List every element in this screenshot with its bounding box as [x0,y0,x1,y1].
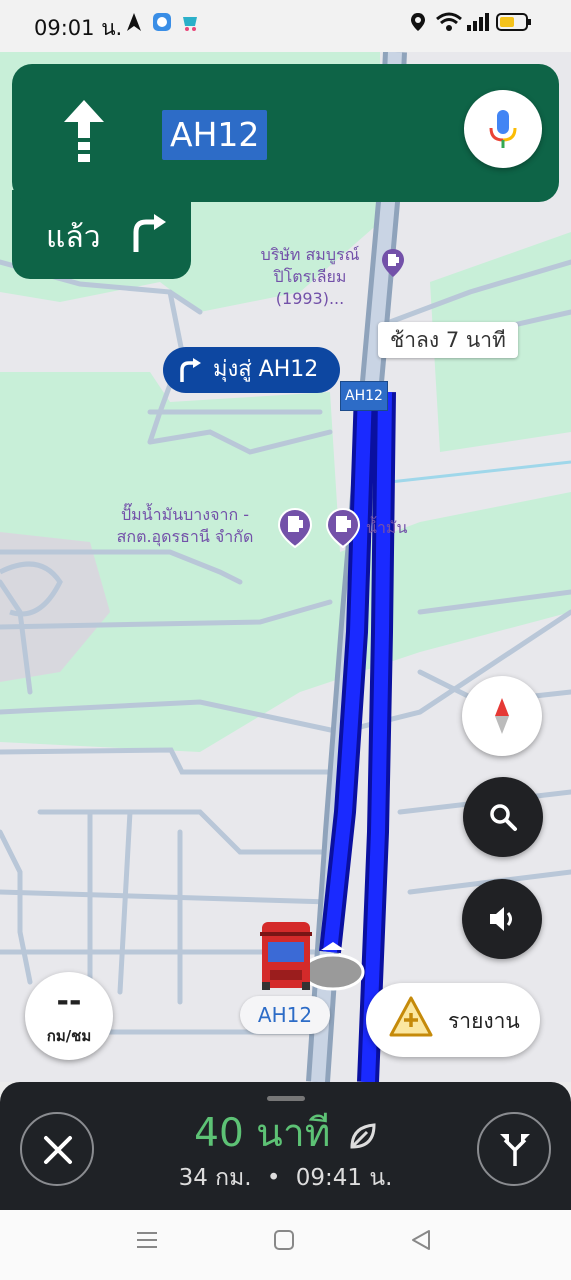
poi-label-3[interactable]: น้ำมัน [366,517,407,539]
leaf-icon [350,1122,376,1149]
report-incident-icon [389,996,433,1037]
app-icon [152,12,172,37]
turn-right-icon [180,358,201,382]
trip-distance: 34 กม. [178,1165,252,1191]
trip-separator: • [266,1165,281,1191]
road-shield: AH12 [340,381,388,411]
gas-station-pin-icon[interactable] [277,507,313,552]
alternate-routes-button[interactable] [477,1112,551,1186]
compass-icon [495,698,509,734]
speed-unit: กม/ชม [46,1027,92,1045]
current-road-chip: AH12 [240,996,330,1034]
drag-handle[interactable] [267,1096,305,1101]
sound-button[interactable] [462,879,542,959]
signal-icon [466,12,490,37]
store-icon [180,12,200,37]
report-button[interactable]: รายงาน [366,983,540,1057]
gas-station-pin-icon[interactable] [325,507,361,552]
search-icon [490,804,517,831]
arrival-time: 09:41 น. [295,1165,393,1191]
search-button[interactable] [463,777,543,857]
road-name-badge: AH12 [162,110,268,160]
battery-icon [496,12,532,37]
delay-callout[interactable]: ช้าลง 7 นาที [378,322,518,358]
alternate-routes-icon [500,1134,530,1166]
menu-icon[interactable] [136,1228,158,1258]
compass-button[interactable] [462,676,542,756]
then-instruction[interactable]: แล้ว [12,190,191,279]
trip-panel[interactable]: 40 นาที 34 กม. • 09:41 น. [0,1082,571,1210]
toward-callout-text: มุ่งสู่ AH12 [213,357,319,382]
navigation-arrow-icon [126,12,142,37]
then-label: แล้ว [46,220,101,255]
status-time: 09:01 น. [34,16,123,40]
back-icon[interactable] [410,1228,432,1258]
location-icon [410,12,426,37]
vehicle-marker [260,922,312,990]
turn-right-icon [133,214,166,252]
poi-label-1[interactable]: บริษัท สมบูรณ์ ปิโตรเลียม (1993)... [240,244,380,310]
navigation-banner[interactable]: AH12 [12,64,559,202]
straight-arrow-icon [62,100,106,168]
microphone-icon [489,110,517,148]
gas-station-pin-icon[interactable] [381,248,405,282]
status-bar: 09:01 น. [0,0,571,52]
toward-callout[interactable]: มุ่งสู่ AH12 [163,347,341,393]
wifi-icon [436,12,462,37]
report-label: รายงาน [448,1009,520,1033]
speed-value: -- [56,984,82,1019]
sound-icon [490,907,512,931]
poi-label-2[interactable]: ปั๊มน้ำมันบางจาก - สกต.อุดรธานี จำกัด [90,504,280,548]
voice-search-button[interactable] [464,90,542,168]
system-navigation-bar [0,1210,571,1280]
home-icon[interactable] [273,1228,295,1258]
speedometer: -- กม/ชม [25,972,113,1060]
